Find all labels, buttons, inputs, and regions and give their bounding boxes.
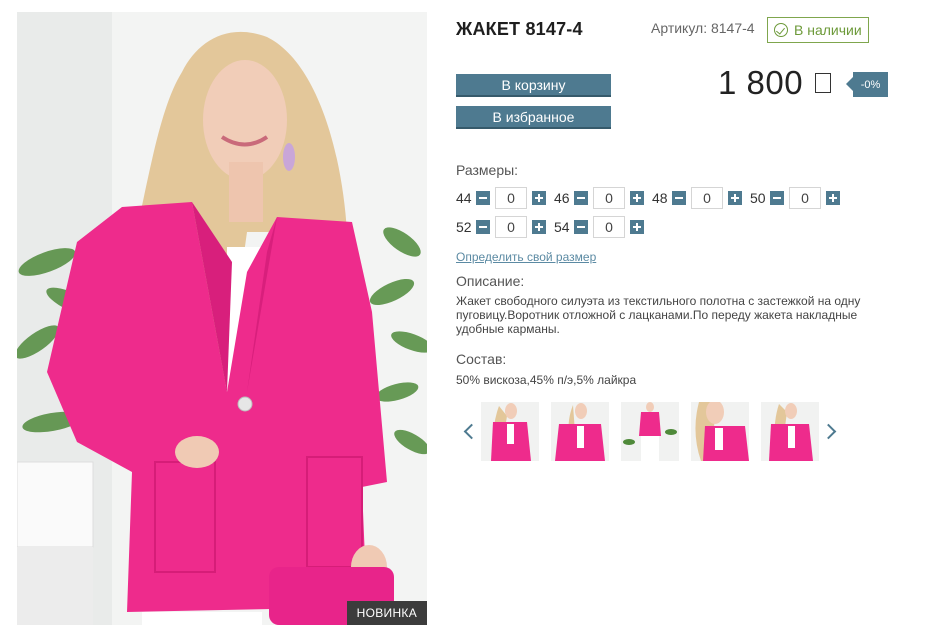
chevron-left-icon[interactable] bbox=[460, 423, 476, 441]
sizes-label: Размеры: bbox=[456, 162, 519, 178]
quantity-input[interactable] bbox=[691, 187, 723, 209]
gallery-thumbnail[interactable] bbox=[761, 402, 819, 461]
product-title: ЖАКЕТ 8147-4 bbox=[456, 19, 583, 39]
size-selector-52: 52 bbox=[456, 216, 546, 238]
size-row: 44 46 48 50 bbox=[456, 187, 848, 209]
size-selector-44: 44 bbox=[456, 187, 546, 209]
add-to-cart-button[interactable]: В корзину bbox=[456, 74, 611, 97]
composition-text: 50% вискоза,45% п/э,5% лайкра bbox=[456, 373, 637, 387]
gallery-thumbnail[interactable] bbox=[551, 402, 609, 461]
gallery-thumbnail[interactable] bbox=[621, 402, 679, 461]
decrement-button[interactable] bbox=[770, 191, 784, 205]
size-label: 54 bbox=[554, 219, 570, 235]
quantity-input[interactable] bbox=[789, 187, 821, 209]
quantity-input[interactable] bbox=[495, 187, 527, 209]
thumbnail-image bbox=[621, 402, 679, 461]
decrement-button[interactable] bbox=[574, 191, 588, 205]
price-value: 1 800 bbox=[718, 64, 804, 101]
size-selector-50: 50 bbox=[750, 187, 840, 209]
check-circle-icon bbox=[774, 23, 788, 37]
product-main-photo[interactable]: НОВИНКА bbox=[17, 12, 427, 625]
size-row: 52 54 bbox=[456, 216, 652, 238]
thumbnail-image bbox=[761, 402, 819, 461]
composition-label: Состав: bbox=[456, 351, 507, 367]
size-selector-54: 54 bbox=[554, 216, 644, 238]
thumbnail-image bbox=[691, 402, 749, 461]
add-to-favorites-button[interactable]: В избранное bbox=[456, 106, 611, 129]
size-selector-46: 46 bbox=[554, 187, 644, 209]
description-text: Жакет свободного силуэта из текстильного… bbox=[456, 294, 861, 336]
chevron-right-icon[interactable] bbox=[822, 423, 838, 441]
increment-button[interactable] bbox=[630, 220, 644, 234]
size-label: 48 bbox=[652, 190, 668, 206]
decrement-button[interactable] bbox=[476, 191, 490, 205]
increment-button[interactable] bbox=[728, 191, 742, 205]
quantity-input[interactable] bbox=[495, 216, 527, 238]
gallery-thumbnail[interactable] bbox=[691, 402, 749, 461]
product-photo-illustration bbox=[17, 12, 427, 625]
quantity-input[interactable] bbox=[593, 187, 625, 209]
increment-button[interactable] bbox=[532, 220, 546, 234]
discount-badge: -0% bbox=[846, 72, 888, 97]
increment-button[interactable] bbox=[630, 191, 644, 205]
increment-button[interactable] bbox=[826, 191, 840, 205]
size-label: 50 bbox=[750, 190, 766, 206]
size-selector-48: 48 bbox=[652, 187, 742, 209]
product-price: 1 800 bbox=[718, 64, 832, 102]
new-badge: НОВИНКА bbox=[346, 601, 427, 625]
decrement-button[interactable] bbox=[672, 191, 686, 205]
size-guide-link[interactable]: Определить свой размер bbox=[456, 250, 596, 264]
thumbnail-image bbox=[481, 402, 539, 461]
quantity-input[interactable] bbox=[593, 216, 625, 238]
size-label: 44 bbox=[456, 190, 472, 206]
currency-icon bbox=[815, 73, 832, 93]
gallery-thumbnail[interactable] bbox=[481, 402, 539, 461]
size-label: 52 bbox=[456, 219, 472, 235]
product-sku: Артикул: 8147-4 bbox=[651, 20, 755, 36]
stock-status-badge: В наличии bbox=[767, 17, 869, 43]
decrement-button[interactable] bbox=[574, 220, 588, 234]
decrement-button[interactable] bbox=[476, 220, 490, 234]
stock-status-label: В наличии bbox=[794, 22, 862, 38]
size-label: 46 bbox=[554, 190, 570, 206]
increment-button[interactable] bbox=[532, 191, 546, 205]
description-label: Описание: bbox=[456, 273, 525, 289]
thumbnail-image bbox=[551, 402, 609, 461]
